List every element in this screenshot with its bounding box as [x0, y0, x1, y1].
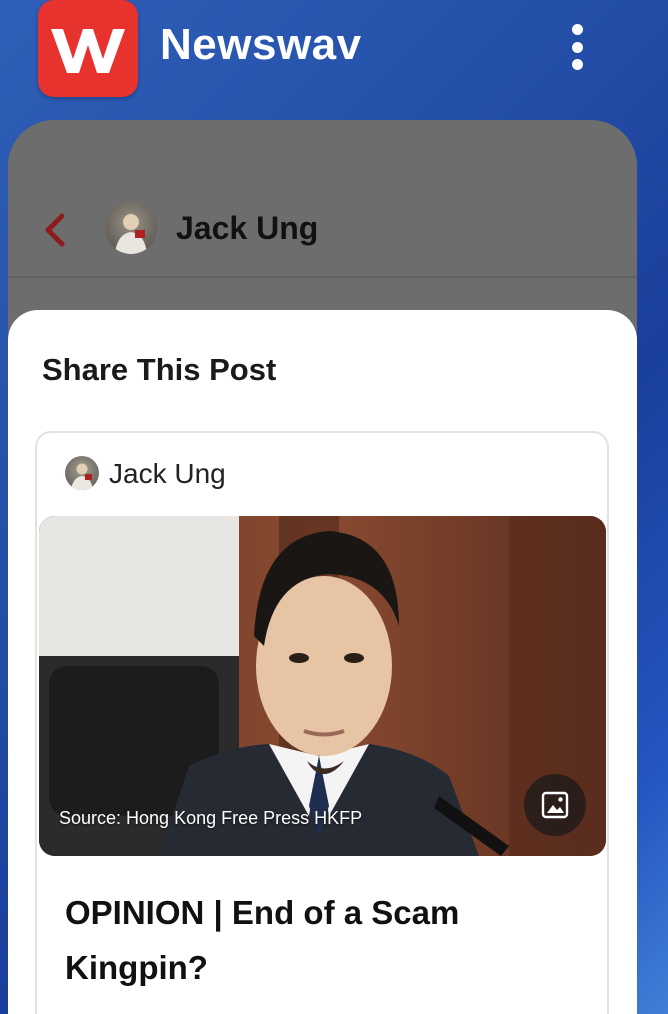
app-top-bar: Newswav	[0, 0, 668, 110]
article-photo	[39, 516, 606, 856]
image-source-caption: Source: Hong Kong Free Press HKFP	[59, 808, 363, 828]
app-title: Newswav	[160, 20, 362, 69]
image-glyph	[541, 791, 569, 819]
share-preview-card: Jack Ung Source: Hong Kong Free Press HK…	[35, 431, 609, 1014]
article-image[interactable]: Source: Hong Kong Free Press HKFP	[39, 516, 606, 856]
share-sheet-title: Share This Post	[42, 352, 277, 387]
avatar[interactable]	[105, 202, 157, 254]
more-vertical-icon[interactable]	[560, 20, 594, 74]
article-headline[interactable]: OPINION | End of a Scam Kingpin?	[65, 885, 585, 995]
post-author-name[interactable]: Jack Ung	[176, 210, 318, 247]
avatar	[65, 456, 99, 490]
newswav-logo-icon[interactable]	[38, 0, 138, 97]
share-sheet: Share This Post Jack Ung Source: Hong Ko…	[8, 310, 637, 1014]
logo-glyph	[51, 28, 125, 73]
card-author-name: Jack Ung	[109, 458, 226, 489]
chevron-left-icon[interactable]	[42, 212, 68, 248]
avatar-image	[115, 214, 147, 254]
post-header: Jack Ung	[8, 120, 637, 278]
avatar-image	[71, 463, 93, 490]
image-icon[interactable]	[524, 774, 586, 836]
